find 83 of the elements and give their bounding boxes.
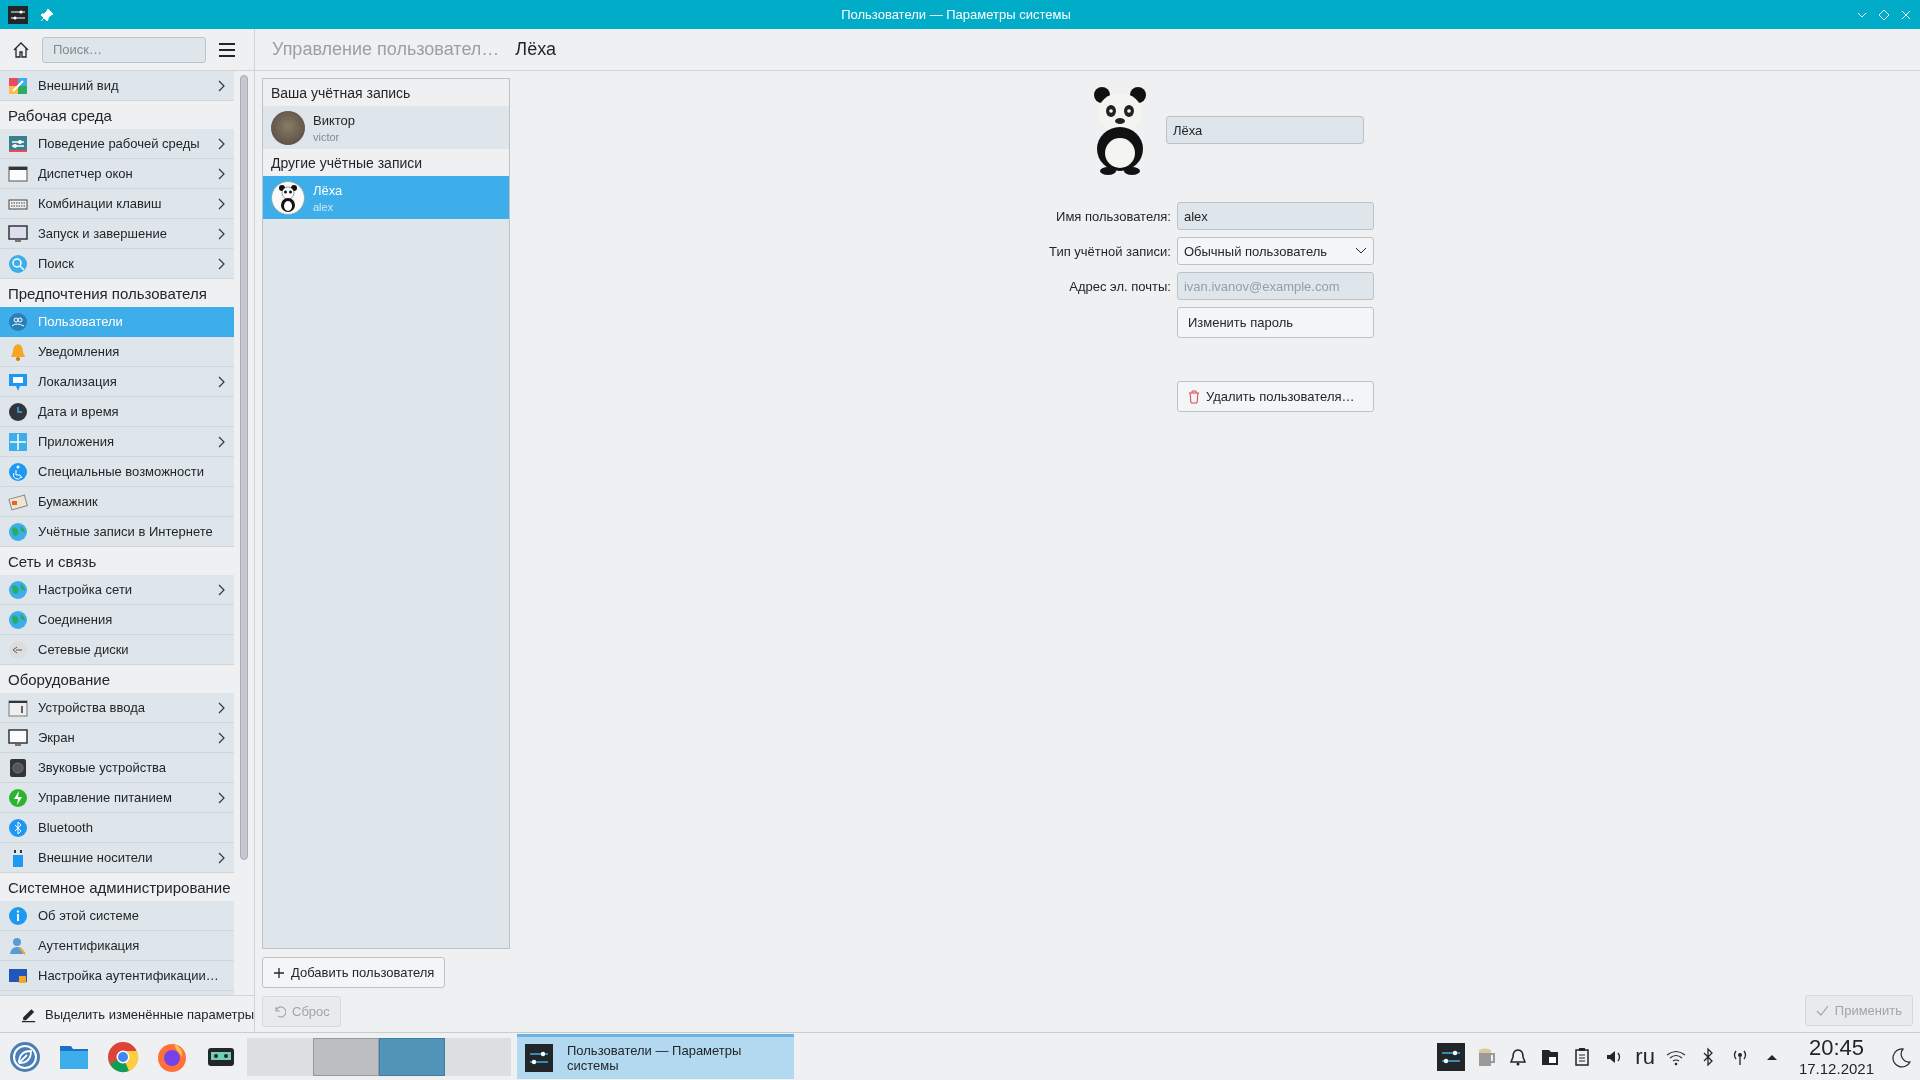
sidebar-item[interactable]: Об этой системе bbox=[0, 901, 234, 931]
window-title: Пользователи — Параметры системы bbox=[840, 7, 1072, 22]
category-header: Рабочая среда bbox=[0, 101, 234, 129]
text-field[interactable]: ivan.ivanov@example.com bbox=[1176, 272, 1374, 300]
bell-icon bbox=[8, 341, 28, 362]
globe-icon bbox=[8, 579, 28, 600]
sidebar-item[interactable]: Поведение рабочей среды bbox=[0, 129, 234, 159]
section-header: Ваша учётная запись bbox=[263, 79, 509, 106]
sliders-icon bbox=[8, 5, 28, 24]
sidebar-item[interactable]: Дата и время bbox=[0, 397, 234, 427]
sidebar-item[interactable]: Настройка аутентификации… bbox=[0, 961, 234, 991]
network-drive-icon bbox=[8, 639, 28, 660]
sidebar-item[interactable]: Бумажник bbox=[0, 487, 234, 517]
chevron-down-icon bbox=[1354, 247, 1367, 255]
panel-icon bbox=[8, 697, 28, 718]
wallet-icon bbox=[8, 491, 28, 512]
speech-bubble-icon bbox=[8, 371, 28, 392]
sidebar-item[interactable]: Запуск и завершение bbox=[0, 219, 234, 249]
sidebar-item[interactable]: Локализация bbox=[0, 367, 234, 397]
sidebar-item[interactable]: Экран bbox=[0, 723, 234, 753]
delete-user-button[interactable]: Удалить пользователя… bbox=[1176, 381, 1374, 412]
text-field[interactable]: alex bbox=[1176, 202, 1374, 230]
sidebar-item[interactable]: Управление питанием bbox=[0, 783, 234, 813]
change-password-button[interactable]: Изменить пароль bbox=[1176, 307, 1374, 338]
sidebar-item[interactable]: Диспетчер окон bbox=[0, 159, 234, 189]
lightning-icon bbox=[8, 787, 28, 808]
search-icon bbox=[8, 253, 28, 274]
sidebar-item[interactable]: Комбинации клавиш bbox=[0, 189, 234, 219]
category-header: Предпочтения пользователя bbox=[0, 279, 234, 307]
category-header: Сеть и связь bbox=[0, 547, 234, 575]
sidebar-item[interactable]: Настройка сети bbox=[0, 575, 234, 605]
account-type-dropdown[interactable]: Обычный пользователь bbox=[1176, 237, 1374, 265]
task-button[interactable]: Пользователи — Параметры системы bbox=[517, 1034, 794, 1079]
moon-icon[interactable] bbox=[1890, 1045, 1912, 1068]
sliders-icon[interactable] bbox=[1437, 1042, 1466, 1071]
field-label: Имя пользователя: bbox=[1055, 208, 1171, 224]
trash-icon bbox=[1187, 389, 1200, 404]
monitor-icon bbox=[8, 727, 28, 748]
info-icon bbox=[8, 905, 28, 926]
avatar-photo bbox=[271, 110, 305, 145]
category-header: Оборудование bbox=[0, 665, 234, 693]
app-grid-icon bbox=[8, 431, 28, 452]
sidebar-item[interactable]: Устройства ввода bbox=[0, 693, 234, 723]
users-icon bbox=[8, 311, 28, 332]
virtual-desktop[interactable] bbox=[379, 1037, 445, 1076]
sidebar-item[interactable]: Звуковые устройства bbox=[0, 753, 234, 783]
monitor-icon bbox=[8, 223, 28, 244]
user-key-icon bbox=[8, 935, 28, 956]
window-icon bbox=[8, 163, 28, 184]
display-name-field[interactable]: Лёха bbox=[1165, 116, 1364, 144]
globe-icon bbox=[8, 521, 28, 542]
sidebar-item[interactable]: Специальные возможности bbox=[0, 457, 234, 487]
close-icon[interactable] bbox=[1900, 8, 1912, 21]
sliders-icon bbox=[525, 1044, 553, 1072]
section-header: Другие учётные записи bbox=[263, 149, 509, 176]
user-item[interactable]: Виктор victor bbox=[263, 106, 509, 149]
sidebar-item[interactable]: Уведомления bbox=[0, 337, 234, 367]
accessibility-icon bbox=[8, 461, 28, 482]
sliders-icon bbox=[8, 133, 28, 154]
clock[interactable]: 20:45 17.12.2021 bbox=[1792, 1037, 1880, 1076]
search-field[interactable]: Поиск… bbox=[42, 36, 206, 63]
plus-icon bbox=[273, 966, 285, 979]
sidebar-item[interactable]: Аутентификация bbox=[0, 931, 234, 961]
keyboard-layout-indicator[interactable]: ru bbox=[1635, 1043, 1655, 1070]
field-label: Адрес эл. почты: bbox=[1068, 278, 1171, 294]
add-user-button[interactable]: Добавить пользователя bbox=[262, 957, 446, 988]
maximize-icon[interactable] bbox=[1878, 8, 1890, 21]
sidebar-item[interactable]: Соединения bbox=[0, 605, 234, 635]
checkmark-icon bbox=[1815, 1005, 1829, 1016]
speaker-icon bbox=[8, 757, 28, 778]
scrollbar-thumb[interactable] bbox=[240, 75, 248, 860]
sidebar-item[interactable]: Приложения bbox=[0, 427, 234, 457]
panda-avatar-icon bbox=[271, 180, 305, 215]
globe-icon bbox=[8, 609, 28, 630]
sidebar-item[interactable]: Bluetooth bbox=[0, 813, 234, 843]
undo-icon bbox=[273, 1005, 286, 1018]
palette-icon bbox=[8, 75, 28, 96]
clock-icon bbox=[8, 401, 28, 422]
category-header: Системное администрирование bbox=[0, 873, 234, 901]
field-label: Тип учётной записи: bbox=[1049, 243, 1171, 259]
page-title: Лёха bbox=[515, 39, 556, 60]
highlight-changes-label: Выделить изменённые параметры bbox=[45, 1006, 254, 1022]
bluetooth-icon bbox=[8, 817, 28, 838]
